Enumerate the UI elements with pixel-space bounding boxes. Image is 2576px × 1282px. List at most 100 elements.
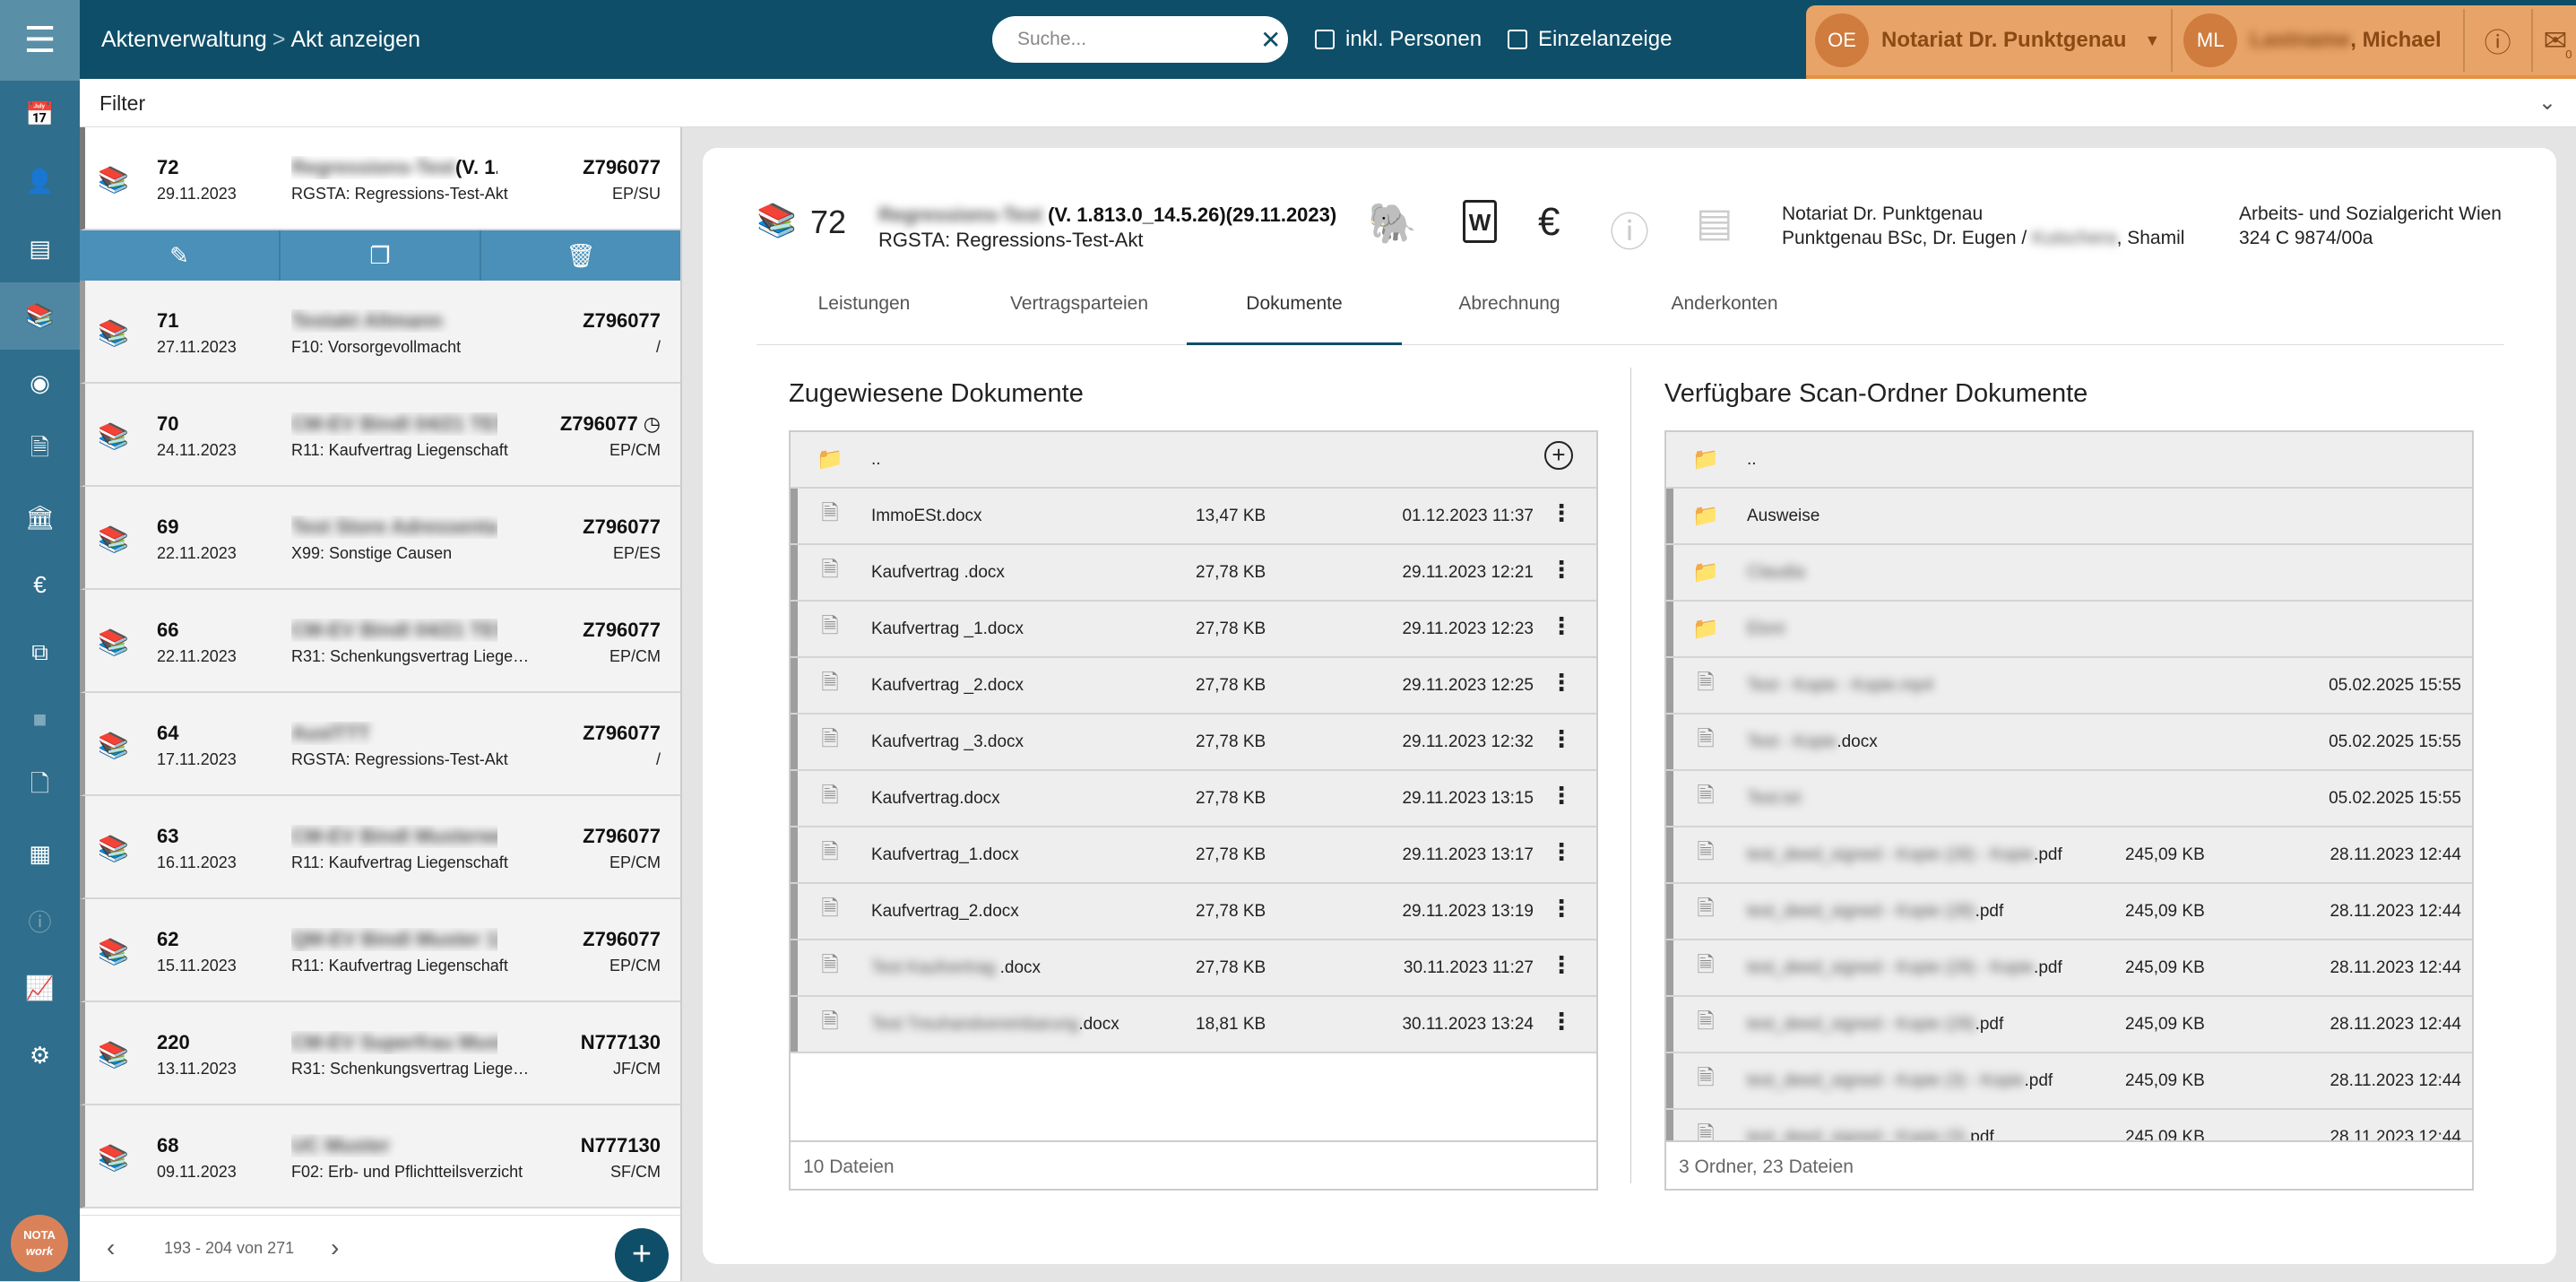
document-row[interactable]: 🗎 test_deed_signed - Kopie (28).pdf 245,09… [1666, 884, 2472, 940]
document-name-hidden: Test - Kopie [1747, 732, 1837, 751]
document-row[interactable]: 🗎 Test Treuhandvereinbarung.docx 18,81 KB 3… [791, 997, 1596, 1053]
file-icon: 🗎 [1697, 1066, 1715, 1090]
checkbox-icon[interactable] [1508, 30, 1527, 49]
file-title-version: (V. 1.813.0_14.5.26)(29.11.2023) [1042, 204, 1337, 226]
help-icon[interactable]: ⓘ [2485, 21, 2511, 60]
edit-icon[interactable]: ✎ [80, 230, 281, 281]
more-vertical-icon[interactable]: ⋮ [1550, 556, 1573, 584]
list-item[interactable]: 📚 72 Regressions-Test(V. 1.81... 29.11.2023… [80, 127, 680, 230]
document-icon[interactable]: 🗎 [0, 417, 80, 484]
document-row[interactable]: 🗎 ImmoESt.docx 13,47 KB 01.12.2023 11:37 ⋮ [791, 489, 1596, 545]
parent-folder-row[interactable]: 📁.. [1666, 432, 2472, 489]
next-page-icon[interactable]: › [331, 1234, 339, 1262]
bank-icon[interactable]: 🏛 [0, 484, 80, 551]
list-item[interactable]: 📚 66 CM-EV Bindl 04/21 TEST 22.11.2023 R31: … [80, 590, 680, 693]
prev-page-icon[interactable]: ‹ [107, 1234, 115, 1262]
folder-row[interactable]: 📁 Ausweise [1666, 489, 2472, 545]
include-persons-checkbox[interactable]: inkl. Personen [1315, 0, 1482, 79]
ledger-icon[interactable]: ▦ [0, 820, 80, 888]
tab-leistungen[interactable]: Leistungen [756, 282, 972, 345]
folder-row[interactable]: 📁 Claudia [1666, 545, 2472, 602]
tab-vertragsparteien[interactable]: Vertragsparteien [972, 282, 1187, 345]
document-row[interactable]: 🗎 Kaufvertrag.docx 27,78 KB 29.11.2023 13:1… [791, 771, 1596, 827]
document-row[interactable]: 🗎 test_deed_signed - Kopie (28) - Kopie.p… [1666, 827, 2472, 884]
list-item[interactable]: 📚 68 UC Muster 09.11.2023 F02: Erb- und Pfli… [80, 1105, 680, 1208]
chevron-down-icon[interactable]: ⌄ [2538, 90, 2556, 116]
document-row[interactable]: 🗎 test_deed_signed - Kopie (29) - Kopie.p… [1666, 940, 2472, 997]
list-item[interactable]: 📚 62 QM-EV Bindl Muster 12 15.11.2023 R11: K… [80, 899, 680, 1002]
folder-row[interactable]: 📁 Eloni [1666, 602, 2472, 658]
person-icon[interactable]: 👤 [0, 148, 80, 215]
file-initials: / [655, 338, 661, 356]
euro-icon[interactable]: € [1538, 200, 1560, 245]
hamburger-menu-icon[interactable]: ☰ [0, 0, 80, 81]
tab-dokumente[interactable]: Dokumente [1187, 282, 1402, 345]
document-row[interactable]: 🗎 Test Kaufvertrag .docx 27,78 KB 30.11.202… [791, 940, 1596, 997]
gear-icon[interactable]: ⚙ [0, 1022, 80, 1089]
user-avatar[interactable]: ML [2183, 13, 2238, 67]
row-marker [1666, 884, 1673, 939]
document-row[interactable]: 🗎 Kaufvertrag _2.docx 27,78 KB 29.11.2023 1… [791, 658, 1596, 715]
document-row[interactable]: 🗎 Test - Kopie.docx 05.02.2025 15:55 [1666, 715, 2472, 771]
more-vertical-icon[interactable]: ⋮ [1550, 951, 1573, 979]
more-vertical-icon[interactable]: ⋮ [1550, 895, 1573, 923]
list-item[interactable]: 📚 69 Test Store Adressenta 22.11.2023 X99: S… [80, 487, 680, 590]
more-vertical-icon[interactable]: ⋮ [1550, 838, 1573, 866]
checkbox-icon[interactable] [1315, 30, 1335, 49]
mail-icon[interactable]: ✉ 0 [2544, 23, 2575, 61]
elephant-icon[interactable]: 🐘 [1368, 200, 1417, 247]
more-vertical-icon[interactable]: ⋮ [1550, 782, 1573, 810]
user-firstname[interactable]: , Michael [2350, 28, 2441, 53]
more-vertical-icon[interactable]: ⋮ [1550, 612, 1573, 640]
tab-abrechnung[interactable]: Abrechnung [1402, 282, 1617, 345]
euro-icon[interactable]: € [0, 551, 80, 619]
chart-icon[interactable]: 📈 [0, 955, 80, 1022]
square-icon[interactable]: ■ [0, 686, 80, 753]
file-code-text: Z796077 [583, 928, 661, 950]
more-vertical-icon[interactable]: ⋮ [1550, 1008, 1573, 1035]
document-row[interactable]: 🗎 Kaufvertrag .docx 27,78 KB 29.11.2023 12:… [791, 545, 1596, 602]
more-vertical-icon[interactable]: ⋮ [1550, 669, 1573, 697]
folder-icon: 📁 [1692, 504, 1719, 528]
list-item[interactable]: 📚 220 CM-EV Superfrau Muster 13.11.2023 R31:… [80, 1002, 680, 1105]
list-item[interactable]: 📚 70 CM-EV Bindl 04/21 TEST 24.11.2023 R11: … [80, 384, 680, 487]
trash-icon[interactable]: 🗑 [481, 230, 680, 281]
copy-icon[interactable]: ❐ [281, 230, 481, 281]
document-row[interactable]: 🗎 Kaufvertrag_1.docx 27,78 KB 29.11.2023 13… [791, 827, 1596, 884]
document-row[interactable]: 🗎 Kaufvertrag _1.docx 27,78 KB 29.11.2023 1… [791, 602, 1596, 658]
info-icon[interactable]: ⓘ [0, 888, 80, 955]
document-name: Ausweise [1747, 507, 1820, 526]
search-input[interactable] [1017, 29, 1260, 50]
parent-folder-row[interactable]: 📁.. + [791, 432, 1596, 489]
calendar-icon[interactable]: 📅 [0, 81, 80, 148]
org-dropdown-icon[interactable]: ▼ [2144, 31, 2160, 50]
single-view-checkbox[interactable]: Einzelanzeige [1508, 0, 1672, 79]
add-document-icon[interactable]: + [1544, 441, 1573, 470]
more-vertical-icon[interactable]: ⋮ [1550, 725, 1573, 753]
file-text-icon[interactable]: 🗋 [0, 753, 80, 820]
add-file-button[interactable]: + [615, 1228, 669, 1282]
org-avatar[interactable]: OE [1815, 13, 1869, 67]
org-name[interactable]: Notariat Dr. Punktgenau [1881, 28, 2126, 53]
word-document-icon[interactable]: W [1463, 200, 1497, 243]
breadcrumb-aktenverwaltung[interactable]: Aktenverwaltung [101, 27, 267, 52]
clear-search-icon[interactable]: ✕ [1260, 25, 1281, 55]
list-item[interactable]: 📚 64 AuslTTT 17.11.2023 RGSTA: Regressions-T… [80, 693, 680, 796]
list-item[interactable]: 📚 63 CM-EV Bindl Musterweg 3 16.11.2023 R11:… [80, 796, 680, 899]
library-icon[interactable]: 📚 [0, 282, 80, 350]
file-code: Z796077 [583, 309, 661, 333]
document-row[interactable]: 🗎 Kaufvertrag_2.docx 27,78 KB 29.11.2023 13… [791, 884, 1596, 940]
safe-icon[interactable]: ◉ [0, 350, 80, 417]
document-row[interactable]: 🗎 test_deed_signed - Kopie (3).pdf 245,09 … [1666, 1110, 2472, 1142]
filter-bar[interactable]: Filter ⌄ [80, 79, 2576, 127]
document-row[interactable]: 🗎 Kaufvertrag _3.docx 27,78 KB 29.11.2023 1… [791, 715, 1596, 771]
table-icon[interactable]: ▤ [0, 215, 80, 282]
document-row[interactable]: 🗎 Test - Kopie - Kopie.mp4 05.02.2025 15:5… [1666, 658, 2472, 715]
list-item[interactable]: 📚 71 Testakt Altmann 27.11.2023 F10: Vorsorg… [80, 281, 680, 384]
document-row[interactable]: 🗎 test_deed_signed - Kopie (29).pdf 245,09… [1666, 997, 2472, 1053]
tab-anderkonten[interactable]: Anderkonten [1617, 282, 1832, 345]
more-vertical-icon[interactable]: ⋮ [1550, 499, 1573, 527]
stamp-icon[interactable]: ⧉ [0, 619, 80, 686]
document-row[interactable]: 🗎 test_deed_signed - Kopie (3) - Kopie.pd… [1666, 1053, 2472, 1110]
document-row[interactable]: 🗎 Test.txt 05.02.2025 15:55 [1666, 771, 2472, 827]
